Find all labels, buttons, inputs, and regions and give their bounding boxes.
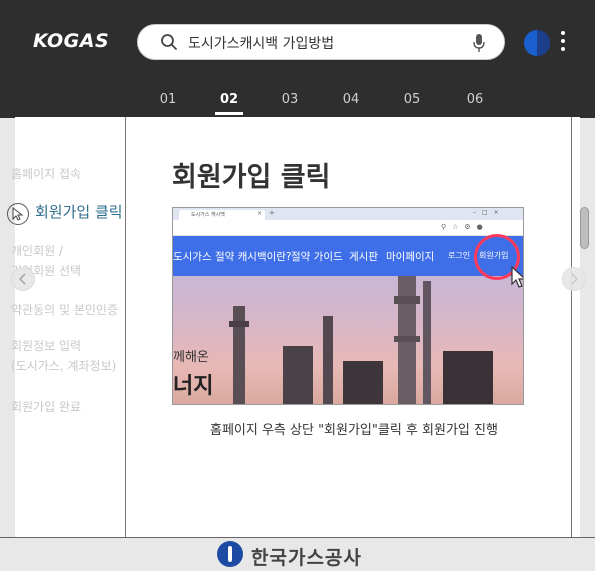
sidebar-item-signup-click[interactable]: 회원가입 클릭 [35,202,123,222]
divider-right [571,117,572,537]
hero-text-1: 께해온 [173,350,209,365]
new-tab-icon: + [269,209,275,217]
prev-arrow-icon[interactable] [11,267,35,291]
tab-close-icon: × [257,210,263,217]
step-caption: 홈페이지 우측 상단 "회원가입"클릭 후 회원가입 진행 [210,423,498,438]
step-tab-05[interactable]: 05 [392,92,432,107]
browser-toolbar-icon: ⚲☆⚙● [441,223,489,231]
cursor-click-icon [7,203,29,225]
search-icon [161,34,177,50]
hero-text-2: 너지 [173,374,214,399]
sidebar-item-member-type-1[interactable]: 개인회원 / [11,241,63,261]
sidebar-item-complete[interactable]: 회원가입 완료 [11,397,81,417]
site-nav-item: 절약 가이드 [291,251,343,263]
step-tab-03[interactable]: 03 [270,92,310,107]
step-tabs: 01 02 03 04 05 06 [148,92,508,116]
site-nav-bar: 도시가스 절약 캐시백이란? 절약 가이드 게시판 마이페이지 로그인 회원가입 [173,236,523,276]
website-screenshot: 도시가스 캐시백 × + –□× ⚲☆⚙● 도시가스 절약 캐시백이란? 절약 … [172,207,524,405]
top-header: KOGAS 01 02 03 04 05 06 [0,0,595,118]
step-tab-04[interactable]: 04 [331,92,371,107]
page-title: 회원가입 클릭 [172,162,331,193]
sidebar-item-terms[interactable]: 약관동의 및 본인인증 [11,300,118,320]
browser-address-bar: ⚲☆⚙● [173,220,523,236]
step-tab-01[interactable]: 01 [148,92,188,107]
browser-tab: 도시가스 캐시백 [179,210,265,220]
more-options-icon[interactable] [559,31,567,53]
scrollbar-thumb[interactable] [580,207,589,249]
window-controls-icon: –□× [473,209,505,216]
step-tab-02[interactable]: 02 [209,92,249,115]
step-sidebar: 홈페이지 접속 회원가입 클릭 개인회원 / 기업회원 선택 약관동의 및 본인… [7,117,125,537]
footer-org-name: 한국가스공사 [251,547,362,569]
sidebar-item-homepage[interactable]: 홈페이지 접속 [11,164,81,184]
footer-logo: 한국가스공사 [217,541,397,569]
search-bar[interactable] [137,24,505,60]
kogas-emblem-icon [217,541,243,567]
divider-left [125,117,126,537]
site-nav-item: 게시판 [349,251,378,263]
profile-avatar-icon[interactable] [524,30,550,56]
sidebar-item-info-2[interactable]: (도시가스, 계좌정보) [11,356,116,376]
step-tab-06[interactable]: 06 [455,92,495,107]
sidebar-item-info-1[interactable]: 회원정보 입력 [11,336,81,356]
site-nav-item: 마이페이지 [386,251,435,263]
search-input[interactable] [188,31,458,55]
mouse-pointer-icon [511,266,523,288]
kogas-logo[interactable]: KOGAS [33,30,109,52]
site-hero-image: 께해온 너지 [173,276,523,404]
microphone-icon[interactable] [473,34,485,52]
plant-silhouette [229,276,493,404]
site-login-link: 로그인 [448,251,471,260]
next-arrow-icon[interactable] [562,267,586,291]
site-nav-item: 도시가스 절약 캐시백이란? [173,251,292,263]
browser-tab-bar: 도시가스 캐시백 × + –□× [173,208,523,220]
footer-divider [0,537,595,538]
